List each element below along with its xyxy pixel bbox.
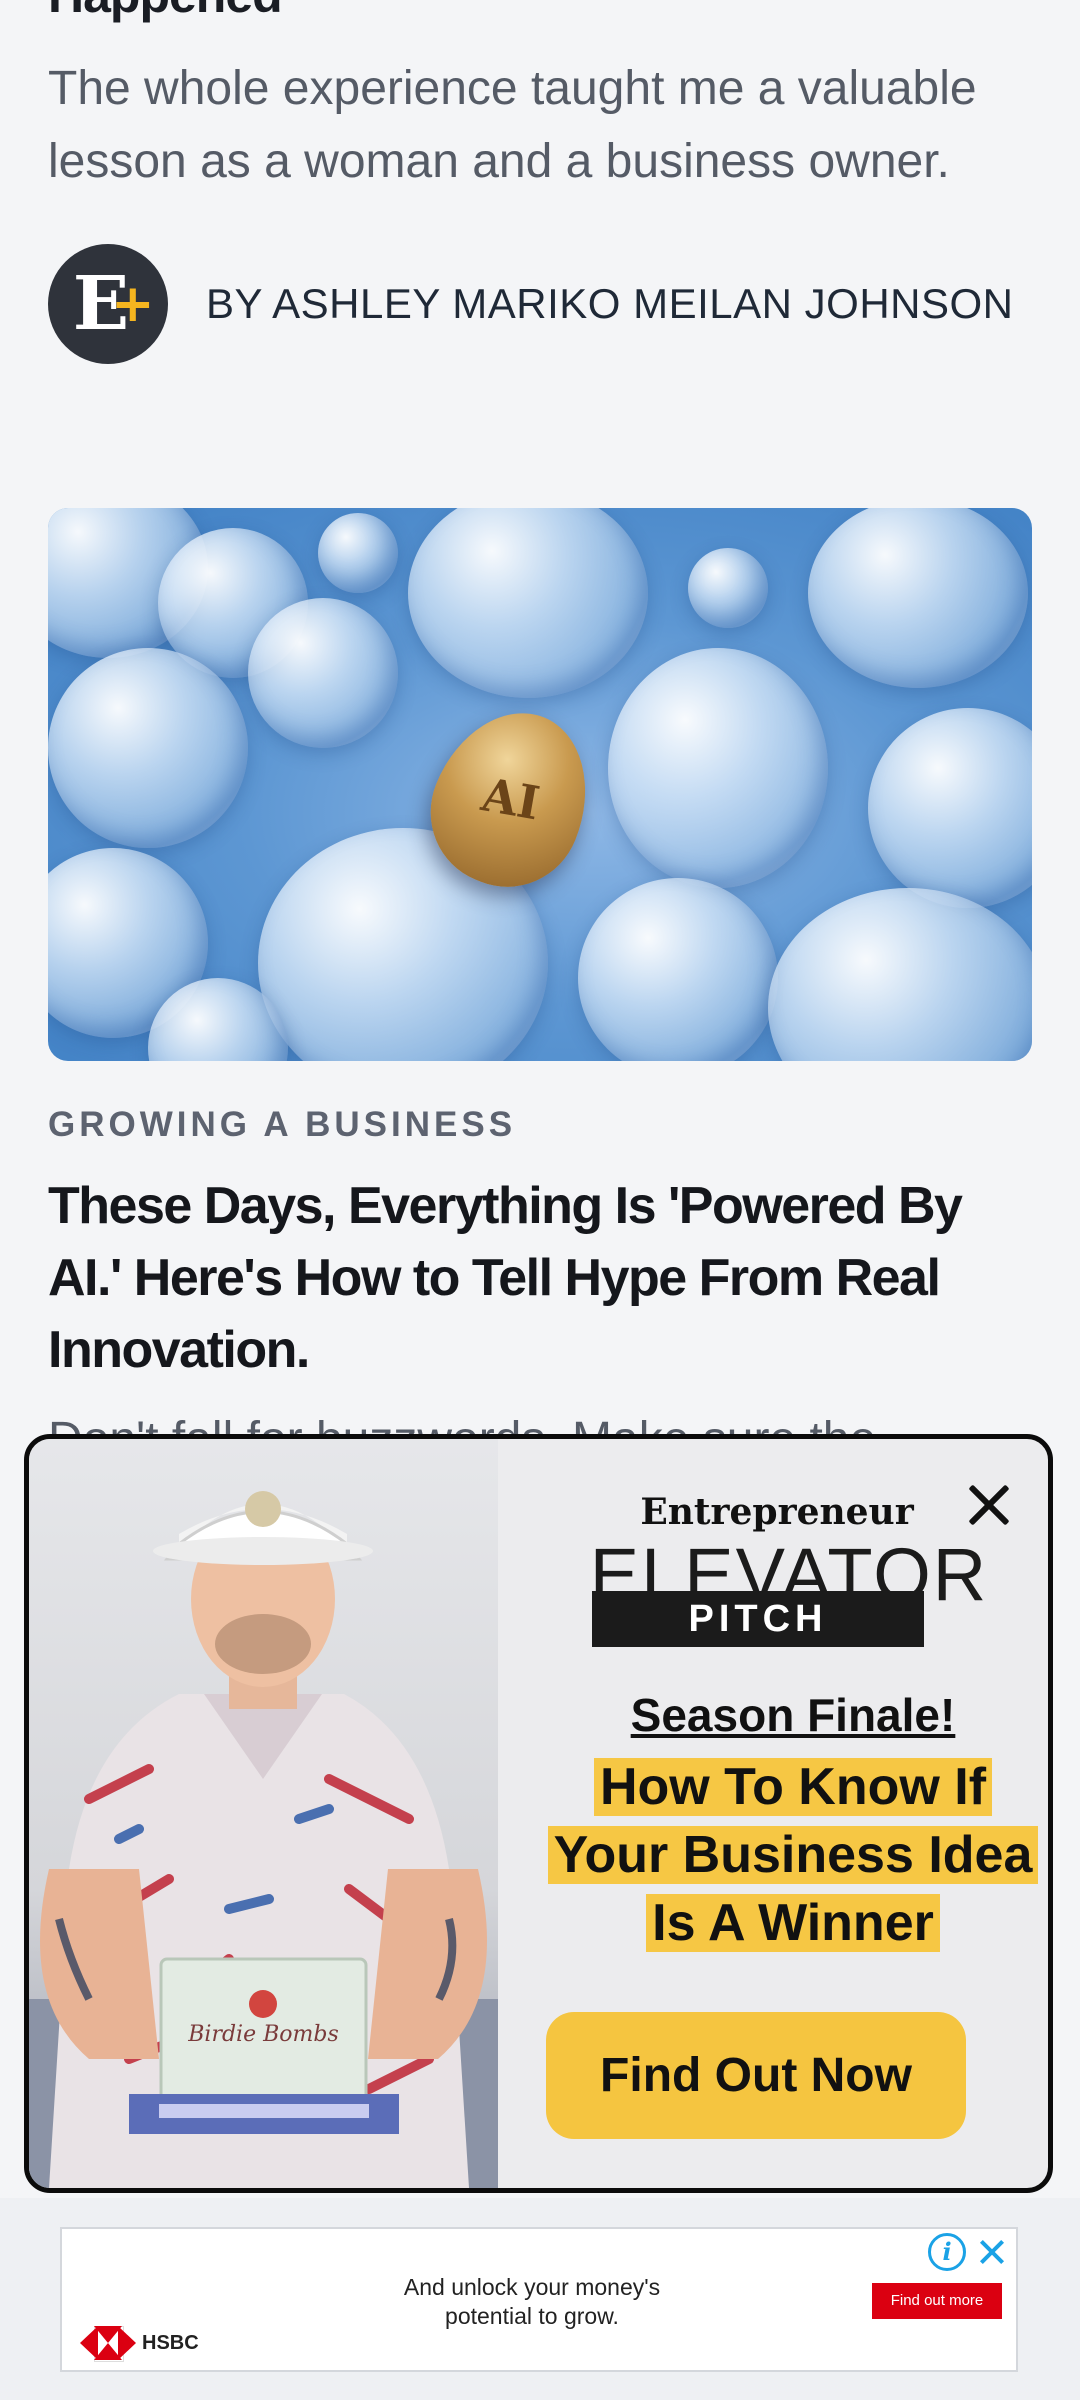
product-label: Birdie Bombs — [188, 2022, 339, 2047]
ad-tagline-text: How To Know If Your Business Idea Is A W… — [547, 1758, 1039, 1952]
banner-find-out-more-button[interactable]: Find out more — [872, 2283, 1002, 2319]
adchoices-icon[interactable]: i — [928, 2233, 966, 2271]
article-headline[interactable]: These Days, Everything Is 'Powered By AI… — [48, 1170, 1038, 1386]
hsbc-logo: HSBC — [80, 2326, 199, 2362]
pitch-logo-bar: PITCH — [592, 1591, 924, 1647]
byline-author[interactable]: BY ASHLEY MARIKO MEILAN JOHNSON — [206, 280, 1014, 328]
ad-close-icon[interactable] — [974, 2231, 1010, 2271]
previous-article-title[interactable]: Happened — [48, 0, 283, 24]
hsbc-hexagon-icon — [80, 2326, 136, 2362]
banner-ad-text: And unlock your money's potential to gro… — [403, 2274, 661, 2329]
find-out-now-button[interactable]: Find Out Now — [546, 2012, 966, 2139]
ad-finale-text: Season Finale! — [630, 1689, 956, 1741]
popup-ad[interactable]: Birdie Bombs Entrepreneur ELEVATOR PITCH… — [24, 1434, 1053, 2193]
banner-ad[interactable]: i And unlock your money's potential to g… — [60, 2227, 1018, 2372]
article-category[interactable]: GROWING A BUSINESS — [48, 1105, 516, 1145]
advertiser-name: HSBC — [142, 2331, 199, 2354]
article-hero-image[interactable]: AI — [48, 508, 1032, 1061]
previous-article-dek: The whole experience taught me a valuabl… — [48, 62, 977, 188]
byline: E + BY ASHLEY MARIKO MEILAN JOHNSON — [48, 244, 1014, 364]
entrepreneur-logo: Entrepreneur — [640, 1491, 914, 1533]
ad-spokesperson-photo: Birdie Bombs — [29, 1439, 498, 2188]
ad-spokesperson-illustration — [29, 1491, 498, 2188]
entrepreneur-plus-logo-icon: E + — [48, 244, 168, 364]
ad-tagline: How To Know If Your Business Idea Is A W… — [543, 1753, 1043, 1957]
